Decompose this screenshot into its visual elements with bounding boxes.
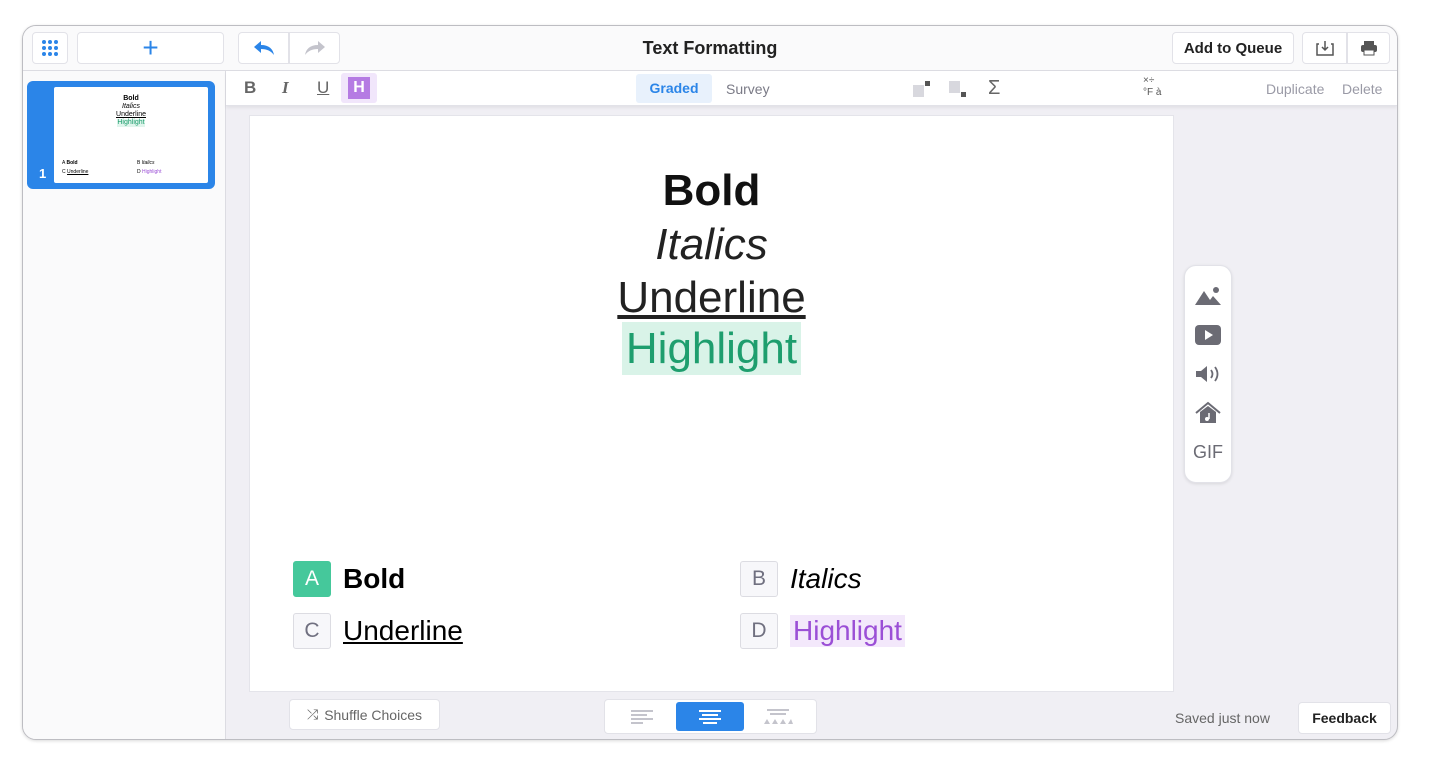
choice-text: Bold [343,563,406,594]
title-underline[interactable]: Underline [250,273,1173,323]
redo-button[interactable] [289,32,340,64]
duplicate-button[interactable]: Duplicate [1266,81,1324,97]
choice-letter: B [740,561,778,597]
grid-icon [42,40,58,56]
music-house-icon[interactable] [1185,401,1231,430]
choice-c[interactable]: C Underline [293,613,463,649]
thumb-choice: Bold [66,160,78,166]
highlight-button[interactable]: H [341,73,377,103]
printer-icon [1360,41,1377,56]
thumb-choice: Underline [67,169,89,175]
thumb-choice: Italics [141,160,155,166]
gif-button[interactable]: GIF [1185,442,1231,463]
align-left-button[interactable] [608,702,676,731]
format-toolbar: B I U H Graded Survey Σ ×÷ °F à Duplicate… [226,71,1397,106]
tab-graded[interactable]: Graded [636,74,712,103]
download-icon [1315,41,1334,56]
save-status: Saved just now [1175,710,1270,726]
audio-icon[interactable] [1185,364,1231,389]
align-grid-button[interactable] [744,702,812,731]
thumb-letter: D [137,169,141,175]
slide-sidebar: 1 Bold Italics Underline Highlight A Bol… [23,71,226,739]
choice-b[interactable]: B Italics [740,561,862,597]
image-icon[interactable] [1185,286,1231,311]
media-toolbar: GIF [1184,265,1232,483]
thumb-choice: Highlight [142,169,162,175]
undo-button[interactable] [238,32,289,64]
thumbnail-preview: Bold Italics Underline Highlight A Bold B… [54,87,208,183]
thumb-letter: C [62,169,66,175]
choices-row-icon [764,708,793,724]
underline-button[interactable]: U [317,78,329,98]
tab-survey[interactable]: Survey [726,81,770,97]
title-highlight[interactable]: Highlight [621,322,802,375]
shuffle-icon: ⤮ [306,706,319,722]
export-button[interactable] [1302,32,1347,64]
slide-canvas[interactable]: Bold Italics Underline Highlight A Bold B… [249,115,1174,692]
video-icon[interactable] [1185,324,1231,351]
print-button[interactable] [1347,32,1390,64]
thumb-line: Underline [116,111,146,118]
slide-thumbnail[interactable]: 1 Bold Italics Underline Highlight A Bol… [27,81,215,189]
choice-letter: D [740,613,778,649]
slide-number: 1 [39,166,47,181]
thumb-letter: B [137,160,141,166]
top-bar: + Text Formatting Add to Queue [23,26,1397,71]
math-symbols-icon[interactable]: ×÷ °F à [1143,75,1161,99]
thumb-line: Italics [122,103,140,110]
thumb-line: Bold [123,95,139,102]
feedback-button[interactable]: Feedback [1298,702,1391,734]
shuffle-label: Shuffle Choices [324,706,422,723]
align-center-icon [699,709,721,724]
choice-letter: A [293,561,331,597]
apps-grid-button[interactable] [32,32,68,64]
equation-button[interactable]: Σ [988,77,1000,100]
plus-icon: + [142,32,159,63]
add-slide-button[interactable]: + [77,32,224,64]
italic-button[interactable]: I [282,78,289,98]
layout-toggle [604,699,817,734]
thumb-line: Highlight [117,119,145,127]
thumb-choices: A Bold B Italics C Underline D Highlight [62,159,202,177]
delete-button[interactable]: Delete [1342,81,1382,97]
undo-icon [253,41,274,55]
choice-letter: C [293,613,331,649]
align-center-button[interactable] [676,702,744,731]
choice-d[interactable]: D Highlight [740,613,905,649]
superscript-icon[interactable] [912,80,932,98]
choice-a[interactable]: A Bold [293,561,405,597]
add-to-queue-button[interactable]: Add to Queue [1172,32,1294,64]
title-italics[interactable]: Italics [250,220,1173,270]
redo-icon [304,41,325,55]
thumb-letter: A [62,160,66,166]
title-bold[interactable]: Bold [250,166,1173,216]
align-left-icon [631,709,653,724]
app-window: + Text Formatting Add to Queue 1 Bold It… [22,25,1398,740]
choice-text: Highlight [790,615,905,647]
choice-text: Underline [343,615,463,646]
highlight-label: H [348,77,370,99]
subscript-icon[interactable] [948,80,968,98]
shuffle-choices-button[interactable]: ⤮ Shuffle Choices [289,699,440,730]
choice-text: Italics [790,563,862,594]
bold-button[interactable]: B [244,78,256,98]
